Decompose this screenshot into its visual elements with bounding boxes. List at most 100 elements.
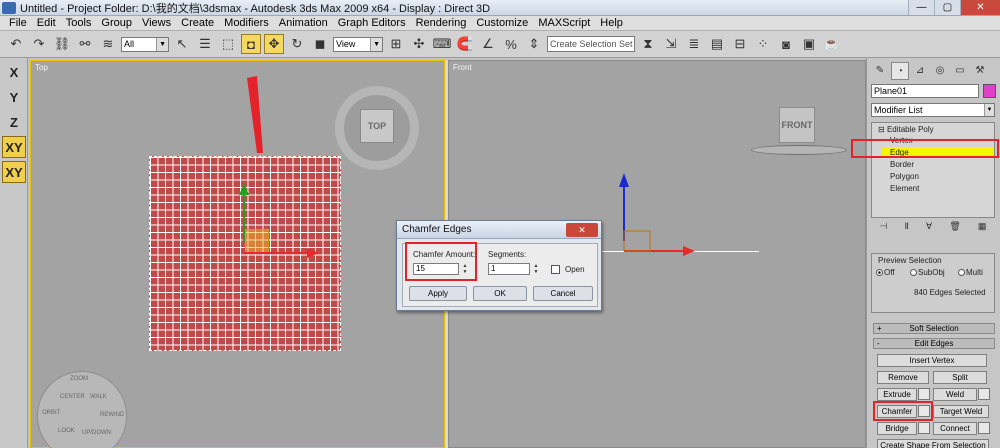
make-unique-icon[interactable]: ∀ <box>926 221 932 235</box>
viewcube-top-face[interactable]: TOP <box>360 109 394 143</box>
selection-filter-dropdown[interactable]: All ▼ <box>121 36 169 52</box>
preview-off-radio[interactable] <box>876 269 883 277</box>
restrict-to-x-button[interactable]: X <box>2 61 26 83</box>
weld-button[interactable]: Weld <box>933 388 977 401</box>
menu-help[interactable]: Help <box>595 17 628 29</box>
select-object-icon[interactable]: ↖ <box>172 34 192 54</box>
insert-vertex-button[interactable]: Insert Vertex <box>877 354 987 367</box>
wheel-center[interactable]: CENTER <box>60 394 85 400</box>
restrict-to-xy-button[interactable]: XY <box>2 136 26 158</box>
hierarchy-tab-icon[interactable]: ⊿ <box>911 62 929 80</box>
pin-stack-icon[interactable]: ⊣ <box>880 221 888 235</box>
menu-file[interactable]: File <box>4 17 32 29</box>
spinner-snap-icon[interactable]: ⇕ <box>524 34 544 54</box>
wheel-look[interactable]: LOOK <box>58 428 75 434</box>
motion-tab-icon[interactable]: ◎ <box>931 62 949 80</box>
menu-tools[interactable]: Tools <box>61 17 97 29</box>
stack-item-element[interactable]: Element <box>890 184 919 193</box>
select-and-move-icon[interactable]: ✥ <box>264 34 284 54</box>
undo-icon[interactable]: ↶ <box>6 34 26 54</box>
utilities-tab-icon[interactable]: ⚒ <box>971 62 989 80</box>
3dsmax-app-icon[interactable] <box>2 1 16 14</box>
preview-multi-option[interactable]: Multi <box>958 268 983 277</box>
preview-off-option[interactable]: Off <box>876 268 895 277</box>
select-and-scale-icon[interactable]: ◼ <box>310 34 330 54</box>
select-and-link-icon[interactable]: ⛓ <box>52 34 72 54</box>
percent-snap-icon[interactable]: % <box>501 34 521 54</box>
display-tab-icon[interactable]: ▭ <box>951 62 969 80</box>
schematic-view-icon[interactable]: ⊟ <box>730 34 750 54</box>
render-teapot-icon[interactable]: ☕ <box>822 34 842 54</box>
preview-multi-radio[interactable] <box>958 269 965 277</box>
cancel-button[interactable]: Cancel <box>533 286 593 301</box>
preview-subobj-radio[interactable] <box>910 269 917 277</box>
select-and-rotate-icon[interactable]: ↻ <box>287 34 307 54</box>
close-button[interactable]: ✕ <box>960 0 1000 15</box>
bind-space-warp-icon[interactable]: ≋ <box>98 34 118 54</box>
named-selection-sets-input[interactable]: Create Selection Set ▼ <box>547 36 635 52</box>
segments-input[interactable]: 1 <box>488 263 530 275</box>
dialog-close-button[interactable]: ✕ <box>566 223 598 237</box>
select-by-name-icon[interactable]: ☰ <box>195 34 215 54</box>
pivot-center-icon[interactable]: ⊞ <box>386 34 406 54</box>
configure-sets-icon[interactable]: ▦ <box>978 221 987 235</box>
remove-modifier-icon[interactable]: 🗑 <box>949 221 960 235</box>
connect-button[interactable]: Connect <box>933 422 977 435</box>
mirror-icon[interactable]: ⧗ <box>638 34 658 54</box>
object-name-input[interactable]: Plane01 <box>871 84 979 98</box>
window-crossing-icon[interactable]: ◘ <box>241 34 261 54</box>
extrude-button[interactable]: Extrude <box>877 388 917 401</box>
weld-settings-button[interactable] <box>978 388 990 400</box>
restrict-to-plane-flyout-button[interactable]: XY <box>2 161 26 183</box>
ok-button[interactable]: OK <box>473 286 527 301</box>
menu-maxscript[interactable]: MAXScript <box>533 17 595 29</box>
wheel-walk[interactable]: WALK <box>90 394 107 400</box>
rectangular-selection-icon[interactable]: ⬚ <box>218 34 238 54</box>
viewcube-top[interactable]: TOP <box>335 86 419 170</box>
remove-button[interactable]: Remove <box>877 371 929 384</box>
extrude-settings-button[interactable] <box>918 388 930 400</box>
object-color-swatch[interactable] <box>983 84 996 98</box>
menu-graph-editors[interactable]: Graph Editors <box>333 17 411 29</box>
render-setup-icon[interactable]: ◙ <box>776 34 796 54</box>
open-checkbox[interactable] <box>551 265 560 274</box>
menu-group[interactable]: Group <box>96 17 137 29</box>
restrict-to-z-button[interactable]: Z <box>2 111 26 133</box>
connect-settings-button[interactable] <box>978 422 990 434</box>
segments-spinner[interactable]: ▲ ▼ <box>532 263 540 275</box>
select-and-manipulate-icon[interactable]: ✣ <box>409 34 429 54</box>
layer-manager-icon[interactable]: ≣ <box>684 34 704 54</box>
menu-animation[interactable]: Animation <box>274 17 333 29</box>
show-end-result-icon[interactable]: Ⅱ <box>905 221 909 235</box>
reference-coordinate-dropdown[interactable]: View ▼ <box>333 36 383 52</box>
soft-selection-rollout-header[interactable]: + Soft Selection <box>873 323 995 334</box>
stack-item-polygon[interactable]: Polygon <box>890 172 919 181</box>
bridge-button[interactable]: Bridge <box>877 422 917 435</box>
modify-tab-icon[interactable]: ◔ <box>891 62 909 80</box>
angle-snap-icon[interactable]: ∠ <box>478 34 498 54</box>
minimize-button[interactable]: — <box>908 0 934 15</box>
wheel-orbit[interactable]: ORBIT <box>42 410 60 416</box>
menu-create[interactable]: Create <box>176 17 219 29</box>
menu-views[interactable]: Views <box>137 17 176 29</box>
menu-customize[interactable]: Customize <box>471 17 533 29</box>
modifier-list-dropdown[interactable]: Modifier List ▼ <box>871 103 995 117</box>
redo-icon[interactable]: ↷ <box>29 34 49 54</box>
rendered-frame-window-icon[interactable]: ▣ <box>799 34 819 54</box>
edit-edges-rollout-header[interactable]: - Edit Edges <box>873 338 995 349</box>
create-tab-icon[interactable]: ✎ <box>871 62 889 80</box>
wheel-updown[interactable]: UP/DOWN <box>82 430 111 436</box>
menu-rendering[interactable]: Rendering <box>411 17 472 29</box>
preview-subobj-option[interactable]: SubObj <box>910 268 945 277</box>
menu-edit[interactable]: Edit <box>32 17 61 29</box>
wheel-zoom[interactable]: ZOOM <box>70 376 88 382</box>
menu-modifiers[interactable]: Modifiers <box>219 17 274 29</box>
stack-item-border[interactable]: Border <box>890 160 914 169</box>
material-editor-icon[interactable]: ⁘ <box>753 34 773 54</box>
unlink-icon[interactable]: ⚯ <box>75 34 95 54</box>
snaps-toggle-icon[interactable]: 🧲 <box>455 34 475 54</box>
apply-button[interactable]: Apply <box>409 286 467 301</box>
restrict-to-y-button[interactable]: Y <box>2 86 26 108</box>
top-viewport[interactable]: Top TOP ZOOM ORBIT CENTER WALK REWIND LO… <box>30 60 445 448</box>
bridge-settings-button[interactable] <box>918 422 930 434</box>
